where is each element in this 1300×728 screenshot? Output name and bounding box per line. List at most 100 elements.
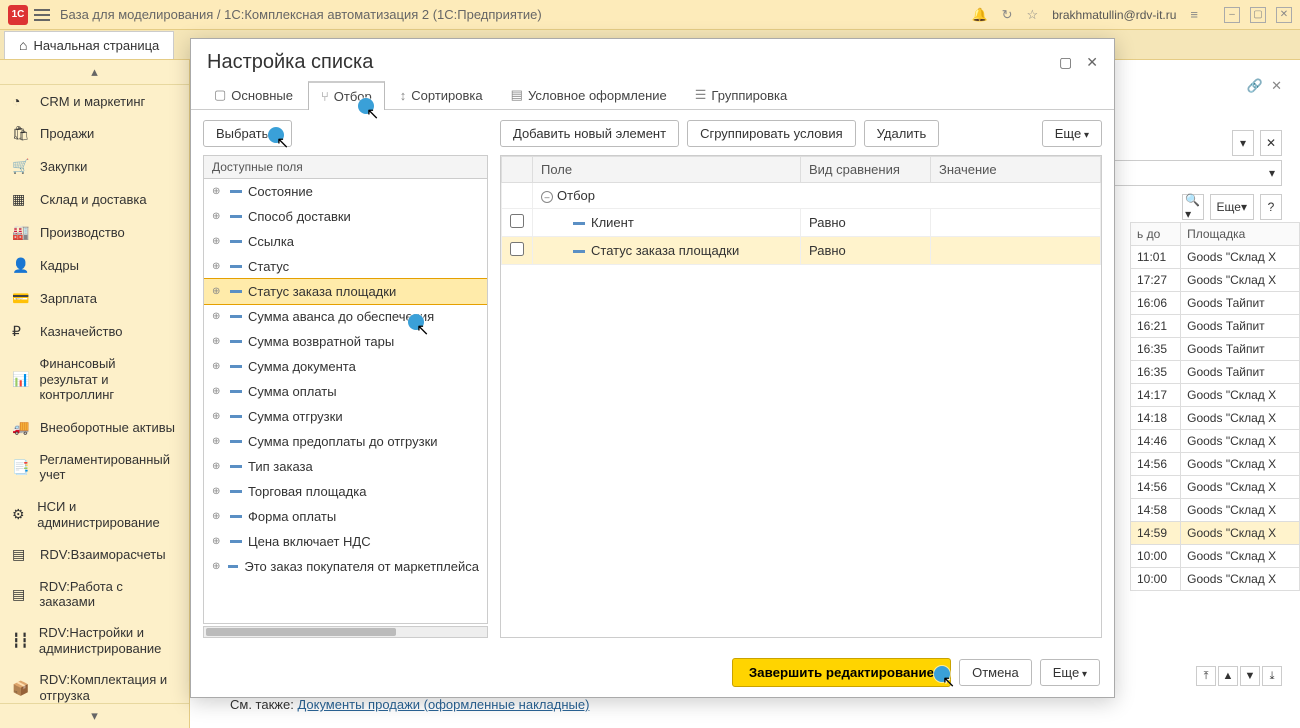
field-item-5[interactable]: ⊕Сумма аванса до обеспечения (204, 304, 487, 329)
filter-check-0[interactable] (510, 214, 524, 228)
bg-row-9[interactable]: 14:56Goods "Склад X (1131, 453, 1300, 476)
bg-row-2[interactable]: 16:06Goods Тайпит (1131, 292, 1300, 315)
expand-icon[interactable]: ⊕ (212, 336, 224, 347)
field-item-7[interactable]: ⊕Сумма документа (204, 354, 487, 379)
expand-icon[interactable]: ⊕ (212, 361, 224, 372)
maximize-icon[interactable]: ▢ (1250, 7, 1266, 23)
tab-sort[interactable]: ↕Сортировка (387, 80, 496, 109)
field-item-8[interactable]: ⊕Сумма оплаты (204, 379, 487, 404)
hscrollbar[interactable] (203, 626, 488, 638)
bg-row-3[interactable]: 16:21Goods Тайпит (1131, 315, 1300, 338)
filter-root-row[interactable]: –Отбор (502, 183, 1101, 209)
star-icon[interactable]: ☆ (1027, 7, 1039, 23)
dialog-close-icon[interactable]: ✕ (1086, 54, 1098, 71)
bg-row-8[interactable]: 14:46Goods "Склад X (1131, 430, 1300, 453)
expand-icon[interactable]: ⊕ (212, 311, 224, 322)
expand-icon[interactable]: ⊕ (212, 561, 222, 572)
field-item-3[interactable]: ⊕Статус (204, 254, 487, 279)
expand-icon[interactable]: ⊕ (212, 536, 224, 547)
filter-col-compare[interactable]: Вид сравнения (801, 157, 931, 183)
field-item-15[interactable]: ⊕Это заказ покупателя от маркетплейса (204, 554, 487, 579)
field-item-1[interactable]: ⊕Способ доставки (204, 204, 487, 229)
bg-row-4[interactable]: 16:35Goods Тайпит (1131, 338, 1300, 361)
sidebar-item-0[interactable]: ◔CRM и маркетинг (0, 85, 189, 117)
close-page-icon[interactable]: ✕ (1271, 78, 1282, 94)
bg-row-12[interactable]: 14:59Goods "Склад X (1131, 522, 1300, 545)
tab-cond[interactable]: ▤Условное оформление (498, 80, 680, 109)
field-item-10[interactable]: ⊕Сумма предоплаты до отгрузки (204, 429, 487, 454)
expand-icon[interactable]: ⊕ (212, 286, 224, 297)
menu-icon[interactable] (34, 7, 50, 23)
add-element-button[interactable]: Добавить новый элемент (500, 120, 679, 147)
field-item-14[interactable]: ⊕Цена включает НДС (204, 529, 487, 554)
bg-row-10[interactable]: 14:56Goods "Склад X (1131, 476, 1300, 499)
sidebar-item-1[interactable]: 🛍Продажи (0, 117, 189, 150)
expand-icon[interactable]: ⊕ (212, 411, 224, 422)
filter-row-0[interactable]: Клиент Равно (502, 209, 1101, 237)
sidebar-item-11[interactable]: ⚙НСИ и администрирование (0, 491, 189, 538)
collapse-icon[interactable]: – (541, 191, 553, 203)
group-conditions-button[interactable]: Сгруппировать условия (687, 120, 856, 147)
expand-icon[interactable]: ⊕ (212, 386, 224, 397)
dialog-maximize-icon[interactable]: ▢ (1059, 54, 1072, 71)
expand-icon[interactable]: ⊕ (212, 511, 224, 522)
cancel-button[interactable]: Отмена (959, 659, 1032, 686)
tab-main[interactable]: ▢Основные (201, 80, 306, 109)
delete-button[interactable]: Удалить (864, 120, 940, 147)
history-icon[interactable]: ↻ (1002, 7, 1013, 23)
field-item-0[interactable]: ⊕Состояние (204, 179, 487, 204)
field-item-12[interactable]: ⊕Торговая площадка (204, 479, 487, 504)
sidebar-item-2[interactable]: 🛒Закупки (0, 150, 189, 183)
filter-check-1[interactable] (510, 242, 524, 256)
field-item-6[interactable]: ⊕Сумма возвратной тары (204, 329, 487, 354)
filter-row-1[interactable]: Статус заказа площадки Равно (502, 237, 1101, 265)
minimize-icon[interactable]: – (1224, 7, 1240, 23)
bell-icon[interactable]: 🔔 (971, 7, 987, 23)
options-icon[interactable]: ≡ (1190, 7, 1198, 22)
available-fields-list[interactable]: ⊕Состояние⊕Способ доставки⊕Ссылка⊕Статус… (203, 179, 488, 624)
sidebar-item-12[interactable]: ▤RDV:Взаиморасчеты (0, 538, 189, 571)
expand-icon[interactable]: ⊕ (212, 486, 224, 497)
footer-link[interactable]: Документы продажи (оформленные накладные… (297, 697, 589, 712)
bg-more-btn[interactable]: Еще ▾ (1210, 194, 1254, 220)
nav-down-icon[interactable]: ▼ (1240, 666, 1260, 686)
expand-icon[interactable]: ⊕ (212, 461, 224, 472)
more-button-right[interactable]: Еще (1042, 120, 1102, 147)
nav-up-icon[interactable]: ▲ (1218, 666, 1238, 686)
bg-row-1[interactable]: 17:27Goods "Склад X (1131, 269, 1300, 292)
bg-row-11[interactable]: 14:58Goods "Склад X (1131, 499, 1300, 522)
bg-search-icon[interactable]: 🔍▾ (1182, 194, 1204, 220)
expand-icon[interactable]: ⊕ (212, 211, 224, 222)
sidebar-item-10[interactable]: 📑Регламентированный учет (0, 444, 189, 491)
sidebar-item-4[interactable]: 🏭Производство (0, 216, 189, 249)
field-item-11[interactable]: ⊕Тип заказа (204, 454, 487, 479)
tab-home[interactable]: ⌂ Начальная страница (4, 31, 174, 59)
tab-group[interactable]: ☰Группировка (682, 80, 800, 109)
sidebar-item-14[interactable]: ┇┇RDV:Настройки и администрирование (0, 617, 189, 664)
bg-help-btn[interactable]: ? (1260, 194, 1282, 220)
sidebar-collapse-up[interactable]: ▴ (0, 60, 189, 85)
sidebar-item-5[interactable]: 👤Кадры (0, 249, 189, 282)
sidebar-item-7[interactable]: ₽Казначейство (0, 315, 189, 348)
bg-row-5[interactable]: 16:35Goods Тайпит (1131, 361, 1300, 384)
nav-last-icon[interactable]: ⤓ (1262, 666, 1282, 686)
filter-table[interactable]: Поле Вид сравнения Значение –Отбор (500, 155, 1102, 638)
sidebar-item-3[interactable]: ▦Склад и доставка (0, 183, 189, 216)
bg-dropdown-2[interactable]: ▾ (1112, 160, 1282, 186)
sidebar-item-8[interactable]: 📊Финансовый результат и контроллинг (0, 348, 189, 411)
more-button-footer[interactable]: Еще (1040, 659, 1100, 686)
sidebar-collapse-down[interactable]: ▾ (0, 703, 189, 728)
link-icon[interactable]: 🔗 (1247, 78, 1263, 94)
bg-dropdown-1[interactable]: ▾ (1232, 130, 1254, 156)
expand-icon[interactable]: ⊕ (212, 236, 224, 247)
bg-row-14[interactable]: 10:00Goods "Склад X (1131, 568, 1300, 591)
user-label[interactable]: brakhmatullin@rdv-it.ru (1052, 8, 1176, 22)
bg-clear-btn[interactable]: ✕ (1260, 130, 1282, 156)
field-item-9[interactable]: ⊕Сумма отгрузки (204, 404, 487, 429)
expand-icon[interactable]: ⊕ (212, 186, 224, 197)
expand-icon[interactable]: ⊕ (212, 261, 224, 272)
nav-first-icon[interactable]: ⤒ (1196, 666, 1216, 686)
close-icon[interactable]: ✕ (1276, 7, 1292, 23)
bg-row-6[interactable]: 14:17Goods "Склад X (1131, 384, 1300, 407)
sidebar-item-13[interactable]: ▤RDV:Работа с заказами (0, 571, 189, 617)
